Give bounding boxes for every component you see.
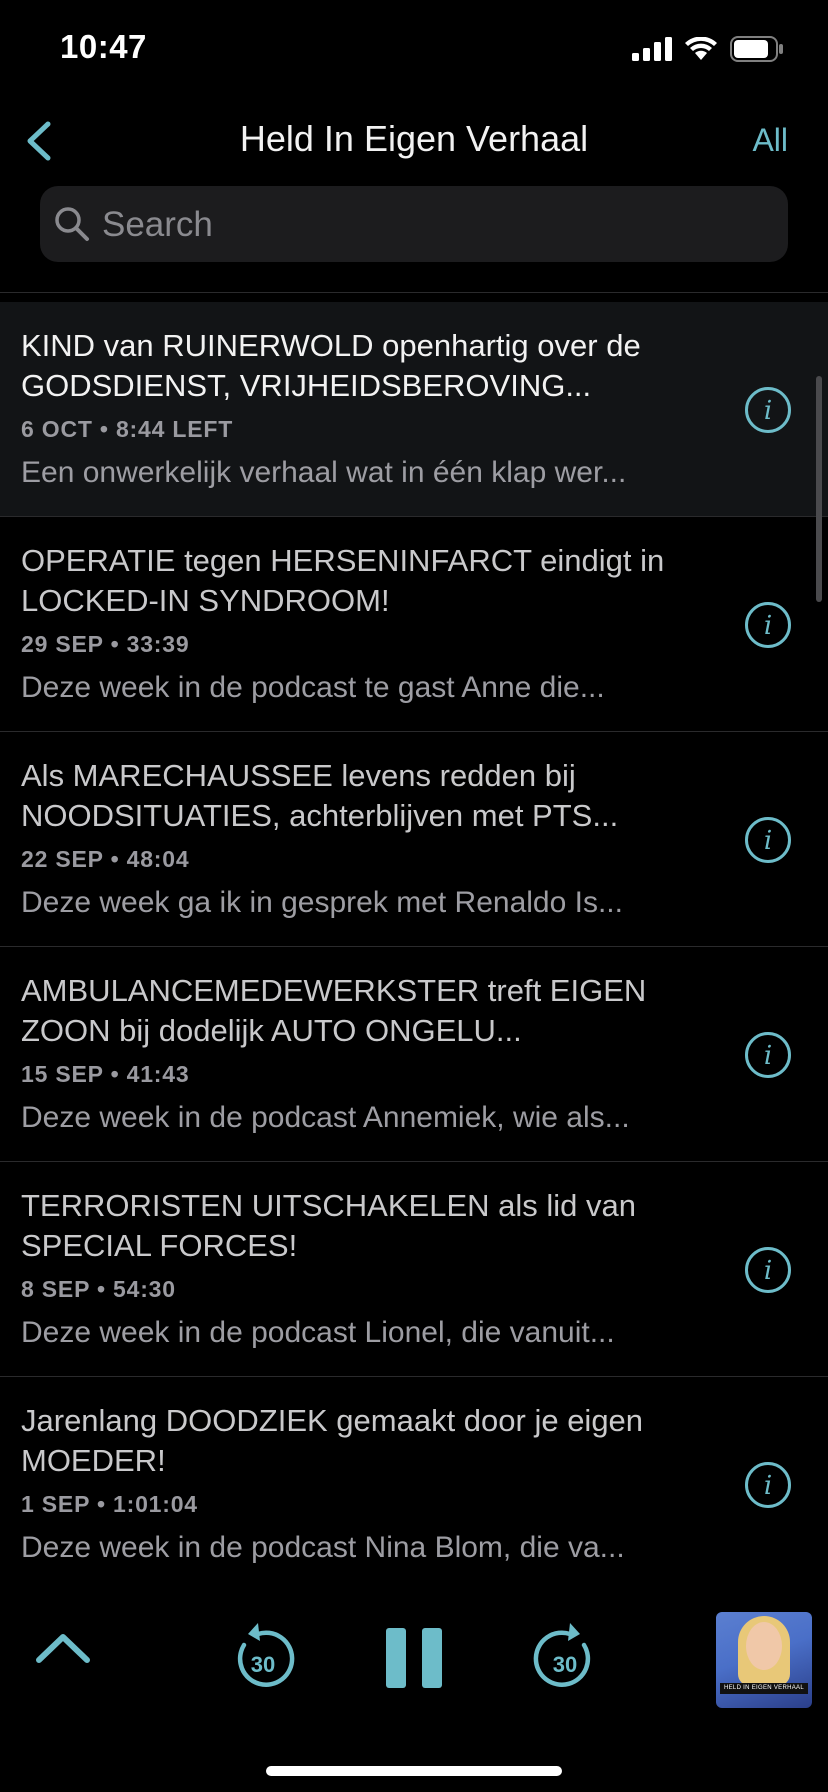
svg-text:i: i — [764, 396, 772, 426]
podcast-artwork[interactable]: HELD IN EIGEN VERHAAL — [716, 1612, 812, 1708]
svg-text:i: i — [764, 1471, 772, 1501]
episode-description: Deze week ga ik in gesprek met Renaldo I… — [21, 886, 623, 919]
svg-text:30: 30 — [251, 1652, 275, 1677]
all-button[interactable]: All — [752, 122, 788, 159]
episode-description: Deze week in de podcast Lionel, die vanu… — [21, 1316, 615, 1349]
episode-description: Deze week in de podcast te gast Anne die… — [21, 671, 605, 704]
info-icon[interactable]: i — [744, 601, 792, 649]
page-title: Held In Eigen Verhaal — [239, 118, 589, 159]
info-icon[interactable]: i — [744, 1461, 792, 1509]
status-icons — [632, 36, 784, 62]
mini-player: 30 30 — [0, 1590, 828, 1730]
episode-description: Een onwerkelijk verhaal wat in één klap … — [21, 456, 627, 489]
episode-title: AMBULANCEMEDEWERKSTER treft EIGEN ZOON b… — [21, 973, 647, 1048]
artwork-title: HELD IN EIGEN VERHAAL — [720, 1683, 808, 1694]
status-bar: 10:47 — [0, 0, 828, 100]
svg-text:i: i — [764, 826, 772, 856]
wifi-icon — [685, 37, 717, 60]
episode-row[interactable]: KIND van RUINERWOLD openhartig over de G… — [0, 302, 828, 517]
status-time: 10:47 — [60, 28, 147, 65]
scroll-indicator[interactable] — [816, 376, 822, 602]
info-icon[interactable]: i — [744, 816, 792, 864]
episode-title: OPERATIE tegen HERSENINFARCT eindigt in … — [21, 543, 665, 618]
signal-icon — [632, 37, 672, 61]
search-bar[interactable] — [40, 186, 788, 264]
svg-text:30: 30 — [553, 1652, 577, 1677]
skip-forward-30-icon[interactable]: 30 — [532, 1620, 598, 1690]
episode-row[interactable]: TERRORISTEN UITSCHAKELEN als lid van SPE… — [0, 1162, 828, 1377]
episode-description: Deze week in de podcast Annemiek, wie al… — [21, 1101, 630, 1134]
episode-meta: 8 SEP • 54:30 — [21, 1276, 176, 1302]
svg-text:i: i — [764, 1041, 772, 1071]
svg-text:i: i — [764, 1256, 772, 1286]
episode-row[interactable]: Als MARECHAUSSEE levens redden bij NOODS… — [0, 732, 828, 947]
episode-list: KIND van RUINERWOLD openhartig over de G… — [0, 302, 828, 1592]
episode-row[interactable]: AMBULANCEMEDEWERKSTER treft EIGEN ZOON b… — [0, 947, 828, 1162]
episode-row[interactable]: OPERATIE tegen HERSENINFARCT eindigt in … — [0, 517, 828, 732]
episode-row[interactable]: Jarenlang DOODZIEK gemaakt door je eigen… — [0, 1377, 828, 1592]
episode-title: Jarenlang DOODZIEK gemaakt door je eigen… — [21, 1403, 644, 1478]
episode-meta: 29 SEP • 33:39 — [21, 631, 190, 657]
episode-meta: 1 SEP • 1:01:04 — [21, 1491, 198, 1517]
battery-icon — [730, 36, 783, 62]
episode-description: Deze week in de podcast Nina Blom, die v… — [21, 1531, 625, 1564]
episode-title: Als MARECHAUSSEE levens redden bij NOODS… — [21, 758, 619, 833]
episode-meta: 15 SEP • 41:43 — [21, 1061, 190, 1087]
svg-text:i: i — [764, 611, 772, 641]
divider — [0, 292, 828, 293]
episode-meta: 6 OCT • 8:44 LEFT — [21, 416, 234, 442]
skip-back-30-icon[interactable]: 30 — [230, 1620, 296, 1690]
artwork-face — [746, 1622, 782, 1670]
episode-meta: 22 SEP • 48:04 — [21, 846, 190, 872]
info-icon[interactable]: i — [744, 1246, 792, 1294]
nav-bar: Held In Eigen Verhaal All — [0, 100, 828, 180]
home-indicator[interactable] — [266, 1766, 562, 1776]
search-icon — [55, 207, 89, 241]
pause-icon[interactable] — [384, 1626, 444, 1690]
info-icon[interactable]: i — [744, 1031, 792, 1079]
episode-title: KIND van RUINERWOLD openhartig over de G… — [21, 328, 641, 403]
chevron-up-icon[interactable] — [34, 1630, 92, 1666]
search-input[interactable] — [100, 186, 764, 264]
episode-title: TERRORISTEN UITSCHAKELEN als lid van SPE… — [21, 1188, 636, 1263]
info-icon[interactable]: i — [744, 386, 792, 434]
